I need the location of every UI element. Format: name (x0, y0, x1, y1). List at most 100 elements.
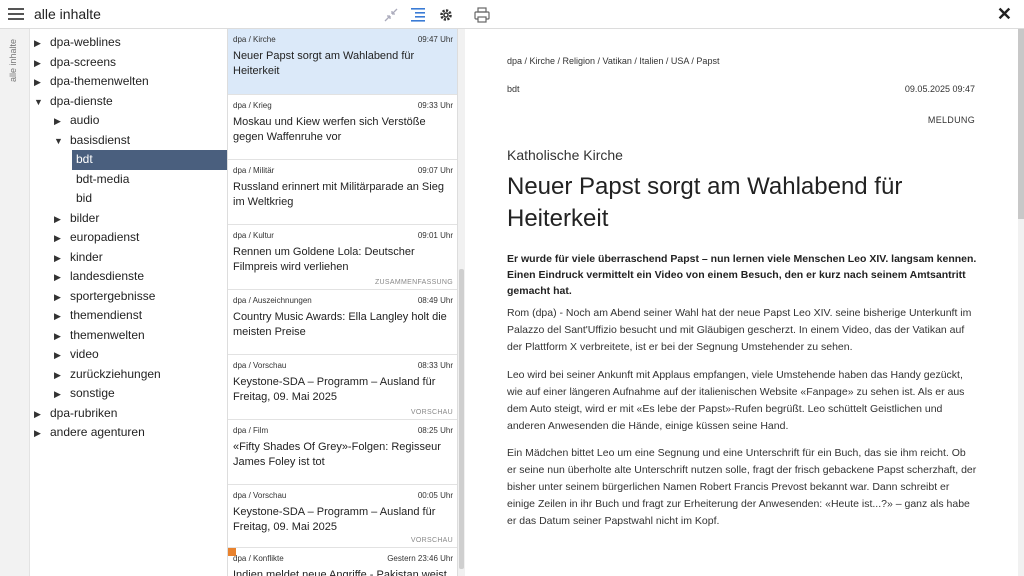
menu-icon[interactable] (8, 8, 24, 22)
caret-right-icon[interactable]: ▶ (54, 385, 70, 405)
tree-item-themendienst[interactable]: ▶ themendienst (54, 306, 227, 326)
tree-item-video[interactable]: ▶ video (54, 345, 227, 365)
gear-icon[interactable] (437, 6, 455, 24)
tree-item-label: dpa-dienste (50, 93, 113, 108)
tree-item-label: audio (70, 113, 100, 127)
news-item-meta: dpa / Vorschau (233, 361, 287, 370)
list-indent-icon[interactable] (409, 6, 427, 24)
news-item-title: Country Music Awards: Ella Langley holt … (233, 311, 447, 338)
tree-item-dpa-themenwelten[interactable]: ▶ dpa-themenwelten (34, 72, 227, 92)
tree-item-themenwelten[interactable]: ▶ themenwelten (54, 326, 227, 346)
news-item-meta: dpa / Kirche (233, 35, 276, 44)
article-scrollbar[interactable] (1018, 29, 1024, 576)
tree-item-andere-agenturen[interactable]: ▶ andere agenturen (34, 423, 227, 443)
caret-right-icon[interactable]: ▶ (54, 288, 70, 308)
list-scrollbar-thumb[interactable] (459, 269, 464, 569)
news-list-item[interactable]: dpa / Kirche 09:47 Uhr Neuer Papst sorgt a… (228, 29, 457, 95)
news-item-meta: dpa / Auszeichnungen (233, 296, 312, 305)
article-lead: Er wurde für viele überraschend Papst – … (507, 253, 977, 297)
tree-item-landesdienste[interactable]: ▶ landesdienste (54, 267, 227, 287)
tree-item-dpa-rubriken[interactable]: ▶ dpa-rubriken (34, 404, 227, 424)
article-breadcrumb: dpa / Kirche / Religion / Vatikan / Ital… (507, 56, 720, 66)
tree-item-label: sonstige (70, 386, 115, 400)
tree-item-dpa-screens[interactable]: ▶ dpa-screens (34, 53, 227, 73)
news-list-item[interactable]: dpa / Krieg 09:33 Uhr Moskau und Kiew werf… (228, 95, 457, 160)
caret-right-icon[interactable]: ▶ (54, 366, 70, 386)
caret-right-icon[interactable]: ▶ (54, 307, 70, 327)
tree-item-label: bid (76, 191, 93, 205)
tree-item-europadienst[interactable]: ▶ europadienst (54, 228, 227, 248)
news-item-meta: dpa / Vorschau (233, 491, 287, 500)
tree-item-zur-ckziehungen[interactable]: ▶ zurückziehungen (54, 365, 227, 385)
tree-item-label: bdt-media (76, 171, 130, 186)
news-item-tag: VORSCHAU (410, 537, 453, 544)
article-kicker: Katholische Kirche (507, 147, 623, 163)
news-item-time: Gestern 23:46 Uhr (387, 554, 453, 563)
tree-item-label: andere agenturen (50, 425, 145, 439)
tree-item-label: dpa-themenwelten (50, 74, 149, 88)
list-scrollbar[interactable] (458, 29, 465, 576)
tree-item-dpa-weblines[interactable]: ▶ dpa-weblines (34, 33, 227, 53)
news-item-time: 08:49 Uhr (417, 296, 453, 305)
tree-item-basisdienst[interactable]: ▼ basisdienst (54, 131, 227, 151)
news-item-time: 09:07 Uhr (417, 166, 453, 175)
news-item-tag: ZUSAMMENFASSUNG (374, 279, 453, 286)
tree-item-label: video (70, 347, 99, 361)
category-tree: ▶ dpa-weblines ▶ dpa-screens ▶ dpa-themenwelt… (30, 29, 227, 576)
news-list-item[interactable]: dpa / Konflikte Gestern 23:46 Uhr Indien m… (228, 548, 457, 576)
caret-down-icon[interactable]: ▼ (34, 93, 50, 113)
news-item-title: Rennen um Goldene Lola: Deutscher Filmpr… (233, 246, 415, 273)
tree-item-label: dpa-screens (50, 54, 117, 69)
close-icon[interactable]: ✕ (997, 4, 1012, 25)
news-list-item[interactable]: dpa / Auszeichnungen 08:49 Uhr Country Mus… (228, 290, 457, 355)
news-list-item[interactable]: dpa / Vorschau 08:33 Uhr Keystone-SDA – Pr… (228, 355, 457, 420)
news-item-meta: dpa / Kultur (233, 231, 274, 240)
caret-right-icon[interactable]: ▶ (34, 54, 50, 74)
news-item-time: 09:47 Uhr (417, 35, 453, 44)
news-item-meta: dpa / Film (233, 426, 269, 435)
caret-right-icon[interactable]: ▶ (54, 249, 70, 269)
page-title: alle inhalte (34, 6, 101, 22)
news-item-time: 08:33 Uhr (417, 361, 453, 370)
tree-item-sportergebnisse[interactable]: ▶ sportergebnisse (54, 287, 227, 307)
news-item-time: 09:33 Uhr (417, 101, 453, 110)
news-list-item[interactable]: dpa / Vorschau 00:05 Uhr Keystone-SDA – Pr… (228, 485, 457, 548)
tree-item-dpa-dienste[interactable]: ▼ dpa-dienste (34, 92, 227, 112)
news-list: dpa / Kirche 09:47 Uhr Neuer Papst sorgt a… (227, 29, 458, 576)
tree-item-bdt-media[interactable]: bdt-media (72, 170, 227, 190)
caret-right-icon[interactable]: ▶ (54, 229, 70, 249)
caret-down-icon[interactable]: ▼ (54, 132, 70, 152)
side-rail-label[interactable]: alle inhalte (8, 39, 18, 82)
caret-right-icon[interactable]: ▶ (54, 112, 70, 132)
article-scrollbar-thumb[interactable] (1018, 29, 1024, 219)
caret-right-icon[interactable]: ▶ (34, 73, 50, 93)
news-list-item[interactable]: dpa / Film 08:25 Uhr «Fifty Shades Of Grey… (228, 420, 457, 485)
news-item-title: Indien meldet neue Angriffe - Pakistan w… (233, 569, 447, 576)
news-list-item[interactable]: dpa / Kultur 09:01 Uhr Rennen um Goldene L… (228, 225, 457, 290)
caret-right-icon[interactable]: ▶ (54, 210, 70, 230)
news-item-time: 08:25 Uhr (417, 426, 453, 435)
caret-right-icon[interactable]: ▶ (34, 424, 50, 444)
tree-item-kinder[interactable]: ▶ kinder (54, 248, 227, 268)
caret-right-icon[interactable]: ▶ (54, 346, 70, 366)
caret-right-icon[interactable]: ▶ (34, 34, 50, 54)
article-view: dpa / Kirche / Religion / Vatikan / Ital… (466, 29, 1018, 576)
tree-item-label: basisdienst (70, 132, 131, 147)
news-item-meta: dpa / Militär (233, 166, 275, 175)
tree-item-bilder[interactable]: ▶ bilder (54, 209, 227, 229)
tree-item-bid[interactable]: bid (72, 189, 227, 209)
tree-item-label: dpa-rubriken (50, 405, 118, 420)
caret-right-icon[interactable]: ▶ (54, 268, 70, 288)
article-source: bdt (507, 84, 520, 94)
news-list-item[interactable]: dpa / Militär 09:07 Uhr Russland erinnert … (228, 160, 457, 225)
tree-item-bdt[interactable]: bdt (72, 150, 227, 170)
tree-item-label: dpa-weblines (50, 35, 121, 49)
print-icon[interactable] (473, 6, 491, 24)
news-item-time: 00:05 Uhr (417, 491, 453, 500)
tree-item-label: kinder (70, 249, 103, 264)
tree-item-sonstige[interactable]: ▶ sonstige (54, 384, 227, 404)
caret-right-icon[interactable]: ▶ (54, 327, 70, 347)
caret-right-icon[interactable]: ▶ (34, 405, 50, 425)
collapse-icon[interactable] (382, 6, 400, 24)
tree-item-audio[interactable]: ▶ audio (54, 111, 227, 131)
